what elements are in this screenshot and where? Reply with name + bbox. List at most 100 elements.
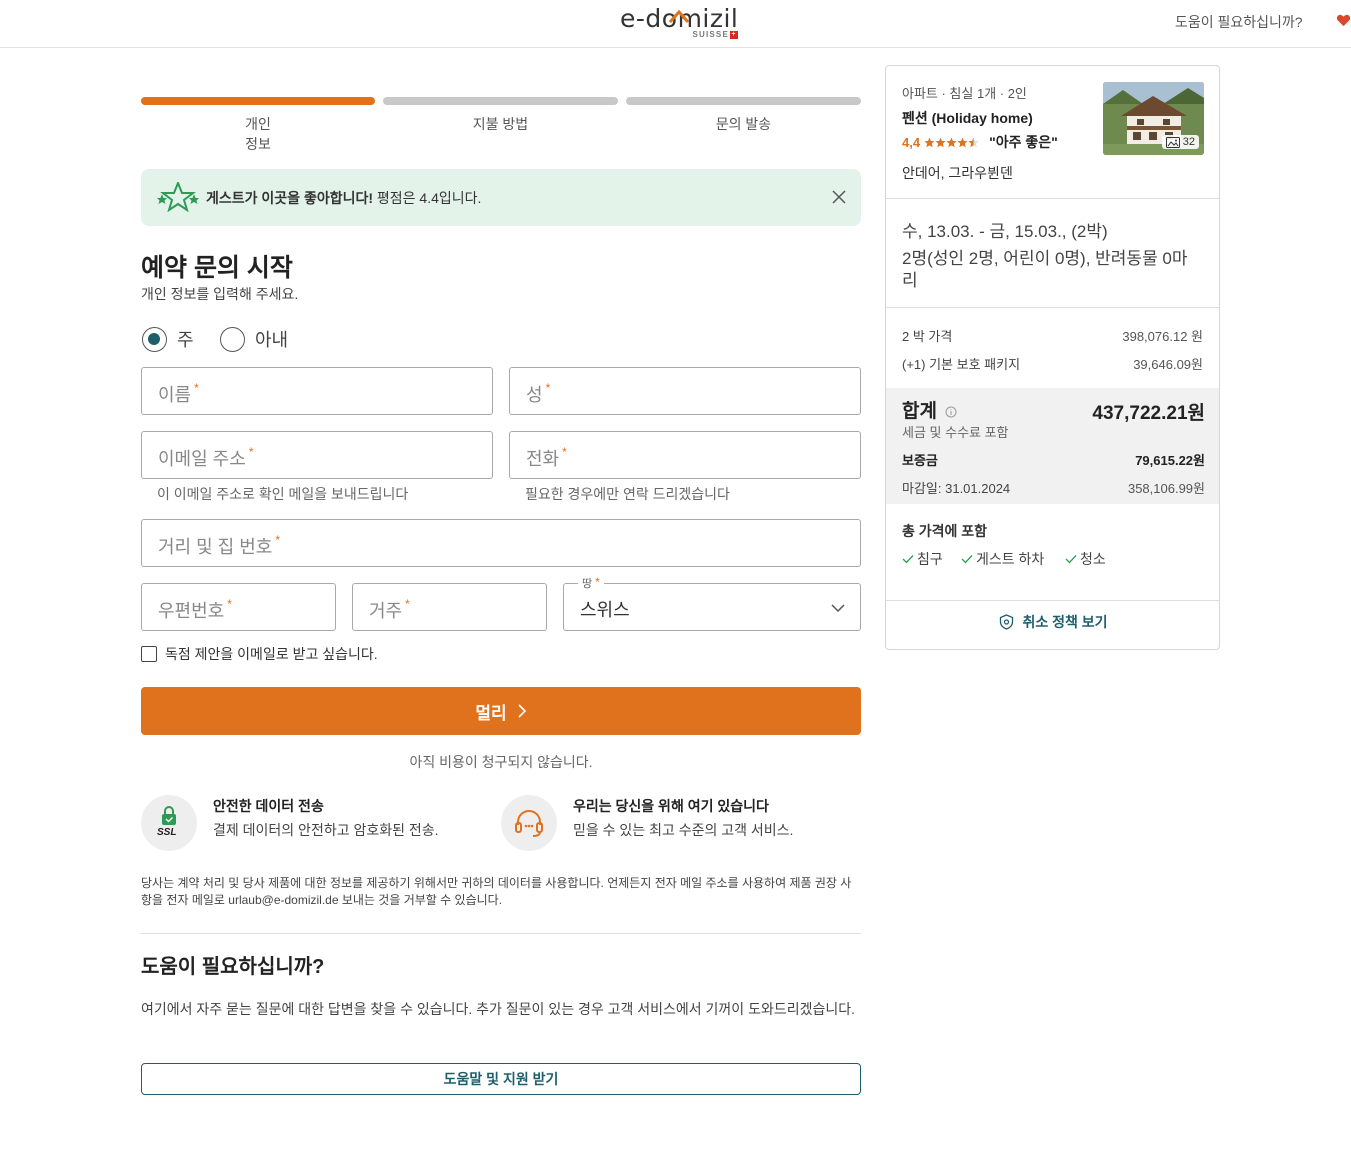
stars-icon (157, 182, 199, 212)
cancellation-policy-link[interactable]: 취소 정책 보기 (886, 612, 1219, 632)
first-name-field[interactable]: 이름 * (141, 367, 493, 415)
step-bar-1 (141, 97, 375, 105)
site-logo[interactable]: e-domizil SUISSE + (620, 4, 744, 40)
zip-field[interactable]: 우편번호 * (141, 583, 336, 631)
property-rating: 4,4 "아주 좋은" (902, 132, 1058, 152)
rating-quote: "아주 좋은" (989, 134, 1058, 150)
banner-text: 게스트가 이곳을 좋아합니다! 평점은 4.4입니다. (206, 188, 481, 208)
rating-stars (924, 137, 979, 148)
continue-button[interactable]: 멀리 (141, 687, 861, 735)
help-section-text: 여기에서 자주 묻는 질문에 대한 답변을 찾을 수 있습니다. 추가 질문이 … (141, 1001, 856, 1017)
included-item-label: 청소 (1080, 551, 1106, 567)
stay-guests: 2명(성인 2명, 어린이 0명), 반려동물 0마리 (902, 249, 1188, 290)
street-field[interactable]: 거리 및 집 번호 * (141, 519, 861, 567)
phone-hint: 필요한 경우에만 연락 드리겠습니다 (525, 486, 730, 502)
price-label: 2 박 가격 (902, 329, 953, 344)
newsletter-label: 독점 제안을 이메일로 받고 싶습니다. (165, 646, 378, 662)
booking-summary: 아파트 · 침실 1개 · 2인 펜션 (Holiday home) 4,4 "… (885, 65, 1220, 650)
total-label: 합계 (902, 396, 957, 423)
star-icon (935, 137, 946, 147)
swiss-flag-icon: + (730, 30, 738, 39)
step-label-line: 문의 발송 (715, 116, 772, 132)
cancellation-link-label: 취소 정책 보기 (1022, 614, 1108, 630)
phone-placeholder: 전화 * (526, 445, 567, 471)
total-subtext: 세금 및 수수료 포함 (902, 425, 1009, 440)
included-item-label: 게스트 하차 (976, 551, 1045, 567)
step-bar-3 (626, 97, 861, 105)
price-value: 398,076.12 원 (1122, 329, 1203, 344)
included-item: 게스트 하차 (961, 549, 1044, 569)
stay-dates: 수, 13.03. - 금, 15.03., (2박) (902, 222, 1108, 241)
total-value: 437,722.21원 (1092, 403, 1205, 424)
ssl-lock-graphic (162, 806, 176, 825)
email-field[interactable]: 이메일 주소 * (141, 431, 493, 479)
logo-roof-icon (668, 9, 690, 23)
property-meta: 아파트 · 침실 1개 · 2인 (902, 86, 1027, 101)
email-hint: 이 이메일 주소로 확인 메일을 보내드립니다 (157, 486, 409, 502)
continue-button-label: 멀리 (475, 703, 507, 723)
sidebar-divider (886, 600, 1219, 601)
street-placeholder: 거리 및 집 번호 * (158, 533, 280, 559)
step-label-send: 문의 발송 (626, 114, 861, 134)
guest-rating-banner: 게스트가 이곳을 좋아합니다! 평점은 4.4입니다. (141, 169, 861, 226)
protection-value: 39,646.09원 (1133, 357, 1203, 372)
required-mark: * (275, 533, 281, 547)
required-mark: * (405, 597, 410, 611)
deposit-value: 79,615.22원 (1135, 453, 1205, 468)
banner-rating-text: 평점은 4.4입니다. (373, 190, 482, 206)
header-help-link[interactable]: 도움이 필요하십니까? (1175, 12, 1303, 32)
included-item: 청소 (1065, 549, 1106, 569)
radio-label: 주 (177, 330, 194, 350)
country-label: 땅 * (578, 575, 604, 591)
placeholder-text: 전화 (526, 449, 560, 469)
support-title: 우리는 당신을 위해 여기 있습니다 (573, 798, 769, 814)
city-placeholder: 거주 * (369, 597, 410, 623)
city-field[interactable]: 거주 * (352, 583, 547, 631)
heart-icon[interactable] (1336, 13, 1351, 28)
ssl-title: 안전한 데이터 전송 (213, 798, 324, 814)
top-header: e-domizil SUISSE + 도움이 필요하십니까? (0, 0, 1351, 48)
rating-number: 4,4 (902, 134, 921, 150)
ssl-text: 결제 데이터의 안전하고 암호화된 전송. (213, 822, 439, 838)
last-name-placeholder: 성 * (526, 381, 550, 407)
placeholder-text: 거주 (369, 601, 403, 621)
newsletter-checkbox[interactable]: 독점 제안을 이메일로 받고 싶습니다. (141, 644, 378, 664)
headset-graphic (515, 810, 543, 837)
deposit-label: 보증금 (902, 453, 938, 468)
page-title: 예약 문의 시작 (141, 254, 293, 282)
property-photo[interactable]: 32 (1103, 82, 1204, 155)
radio-circle[interactable] (220, 326, 245, 352)
support-text: 믿을 수 있는 최고 수준의 고객 서비스. (573, 822, 794, 838)
sidebar-divider (886, 198, 1219, 199)
country-value: 스위스 (580, 600, 630, 620)
required-mark: * (194, 381, 199, 395)
salutation-radio-mrs[interactable]: 아내 (220, 326, 288, 352)
star-icon (968, 137, 979, 147)
radio-circle[interactable] (142, 326, 167, 352)
info-icon[interactable] (945, 406, 957, 418)
radio-label: 아내 (255, 330, 289, 350)
page-subtitle: 개인 정보를 입력해 주세요. (141, 286, 299, 302)
help-support-button[interactable]: 도움말 및 지원 받기 (141, 1063, 861, 1095)
placeholder-text: 우편번호 (158, 601, 225, 621)
required-mark: * (545, 381, 551, 395)
sidebar-divider (886, 307, 1219, 308)
placeholder-text: 성 (526, 385, 543, 405)
checkbox-box[interactable] (141, 646, 157, 662)
required-mark: * (227, 597, 232, 611)
ssl-badge-text: SSL (157, 827, 177, 838)
last-name-field[interactable]: 성 * (509, 367, 861, 415)
check-icon (961, 555, 973, 564)
step-label-personal: 개인 정보 (141, 114, 375, 154)
step-label-line: 개인 (245, 116, 271, 132)
phone-field[interactable]: 전화 * (509, 431, 861, 479)
salutation-radio-mr[interactable]: 주 (142, 326, 194, 352)
close-icon[interactable] (831, 189, 847, 205)
property-name[interactable]: 펜션 (Holiday home) (902, 108, 1033, 128)
due-value: 358,106.99원 (1127, 481, 1205, 496)
help-section-title: 도움이 필요하십니까? (141, 956, 325, 978)
country-select[interactable]: 땅 * 스위스 (563, 575, 861, 631)
included-title: 총 가격에 포함 (902, 523, 988, 539)
banner-bold-text: 게스트가 이곳을 좋아합니다! (206, 190, 374, 206)
first-name-placeholder: 이름 * (158, 381, 199, 407)
